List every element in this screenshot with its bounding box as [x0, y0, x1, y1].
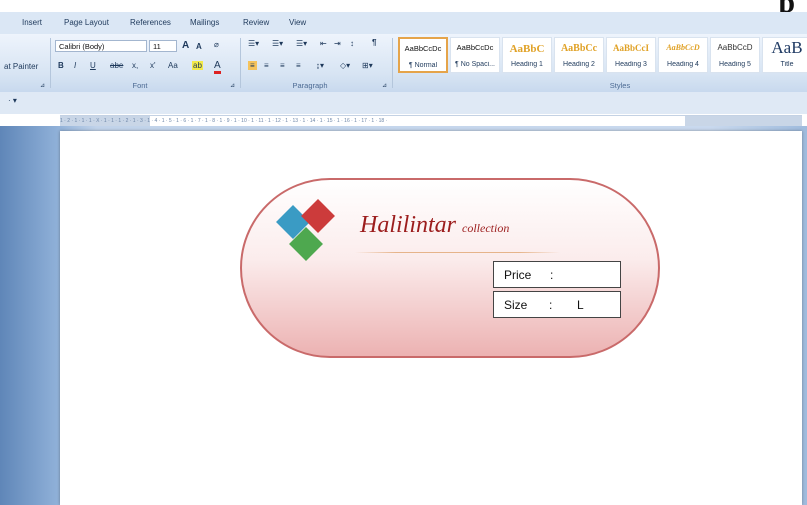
- clipboard-launcher-icon[interactable]: ⊿: [40, 82, 45, 89]
- style-sample: AaBbCcDc: [456, 43, 494, 52]
- clear-formatting-icon[interactable]: ⌀: [214, 40, 219, 49]
- sort-icon[interactable]: ↕: [350, 39, 354, 48]
- brand-suffix: collection: [462, 221, 510, 235]
- brand-underline: [355, 252, 560, 253]
- quick-access-bar: · ▾: [0, 92, 807, 114]
- strikethrough-button[interactable]: abe: [110, 61, 123, 70]
- price-label: Price: [504, 268, 532, 282]
- price-separator: :: [550, 268, 554, 282]
- title-bar: p: [0, 0, 807, 19]
- paragraph-group-label: Paragraph: [292, 81, 328, 90]
- style-name: ¶ No Spaci...: [455, 61, 495, 68]
- ruler-margin-right: [685, 116, 802, 126]
- multilevel-list-icon[interactable]: ☰▾: [296, 39, 307, 48]
- size-label: Size: [504, 298, 528, 312]
- format-painter-button[interactable]: at Painter: [4, 62, 38, 71]
- brand-name: Halilintar collection: [360, 212, 509, 239]
- style-name: ¶ Normal: [408, 62, 438, 69]
- style-name: Heading 2: [563, 61, 595, 68]
- style-tile[interactable]: AaBbCcI Heading 3: [606, 37, 656, 73]
- style-sample: AaBbCcDc: [404, 44, 442, 53]
- superscript-button[interactable]: x': [150, 61, 156, 70]
- align-left-icon[interactable]: ≡: [248, 61, 257, 70]
- show-formatting-button[interactable]: ¶: [372, 38, 376, 47]
- align-right-icon[interactable]: ≡: [280, 61, 285, 70]
- increase-indent-icon[interactable]: ⇥: [334, 39, 341, 48]
- divider: [50, 38, 51, 88]
- style-sample: AaBbCcI: [612, 43, 649, 53]
- justify-icon[interactable]: ≡: [296, 61, 301, 70]
- decrease-indent-icon[interactable]: ⇤: [320, 39, 327, 48]
- ruler-ticks: 1 · 2 · 1 · 1 · 1 · X · 1 · 1 · 1 · 2 · …: [60, 118, 388, 124]
- size-field[interactable]: Size : L: [493, 291, 621, 318]
- ribbon-tabs: Insert Page Layout References Mailings R…: [0, 12, 807, 35]
- change-case-button[interactable]: Aa: [168, 61, 178, 70]
- tab-references[interactable]: References: [130, 18, 171, 27]
- style-tile[interactable]: AaB Title: [762, 37, 807, 73]
- tab-insert[interactable]: Insert: [22, 18, 42, 27]
- size-value: L: [577, 298, 584, 312]
- bullets-icon[interactable]: ☰▾: [248, 39, 259, 48]
- style-name: Title: [780, 61, 794, 68]
- style-sample: AaBbC: [509, 43, 545, 55]
- divider: [240, 38, 241, 88]
- style-sample: AaBbCcD: [666, 43, 700, 52]
- tab-mailings[interactable]: Mailings: [190, 18, 219, 27]
- price-field[interactable]: Price :: [493, 261, 621, 288]
- style-tile[interactable]: AaBbCcDc ¶ No Spaci...: [450, 37, 500, 73]
- shading-icon[interactable]: ◇▾: [340, 61, 350, 70]
- style-sample: AaB: [771, 38, 803, 57]
- subscript-button[interactable]: x,: [132, 61, 138, 70]
- style-tile[interactable]: AaBbCcD Heading 5: [710, 37, 760, 73]
- line-spacing-icon[interactable]: ↨▾: [316, 61, 324, 70]
- style-name: Heading 1: [511, 61, 543, 68]
- style-sample: AaBbCc: [560, 43, 598, 54]
- styles-group-label: Styles: [609, 81, 631, 90]
- underline-button[interactable]: U: [90, 61, 96, 70]
- size-separator: :: [549, 298, 553, 312]
- tab-review[interactable]: Review: [243, 18, 269, 27]
- numbering-icon[interactable]: ☰▾: [272, 39, 283, 48]
- shrink-font-button[interactable]: A: [196, 42, 202, 51]
- tab-view[interactable]: View: [289, 18, 306, 27]
- customize-icon[interactable]: · ▾: [8, 96, 17, 105]
- style-tile[interactable]: AaBbCc Heading 2: [554, 37, 604, 73]
- grow-font-button[interactable]: A: [182, 40, 189, 51]
- style-name: Heading 5: [719, 61, 751, 68]
- bold-button[interactable]: B: [58, 61, 64, 70]
- divider: [392, 38, 393, 88]
- style-sample: AaBbCcD: [717, 43, 753, 52]
- tab-page-layout[interactable]: Page Layout: [64, 18, 109, 27]
- font-launcher-icon[interactable]: ⊿: [230, 82, 235, 89]
- paragraph-launcher-icon[interactable]: ⊿: [382, 82, 387, 89]
- font-color-button[interactable]: A: [214, 60, 221, 74]
- style-name: Heading 3: [615, 61, 647, 68]
- style-name: Heading 4: [667, 61, 699, 68]
- style-tile[interactable]: AaBbCcDc ¶ Normal: [398, 37, 448, 73]
- style-tile[interactable]: AaBbCcD Heading 4: [658, 37, 708, 73]
- styles-gallery: AaBbCcDc ¶ Normal AaBbCcDc ¶ No Spaci... AaB…: [396, 37, 807, 75]
- highlight-button[interactable]: ab: [192, 61, 203, 70]
- font-name-combo[interactable]: Calibri (Body): [55, 40, 147, 52]
- borders-icon[interactable]: ⊞▾: [362, 61, 373, 70]
- diamond-logo-icon: [275, 199, 345, 270]
- align-center-icon[interactable]: ≡: [264, 61, 269, 70]
- brand-title: Halilintar: [360, 212, 457, 238]
- italic-button[interactable]: I: [74, 61, 76, 70]
- font-size-combo[interactable]: 11: [149, 40, 177, 52]
- style-tile[interactable]: AaBbC Heading 1: [502, 37, 552, 73]
- font-group-label: Font: [132, 81, 148, 90]
